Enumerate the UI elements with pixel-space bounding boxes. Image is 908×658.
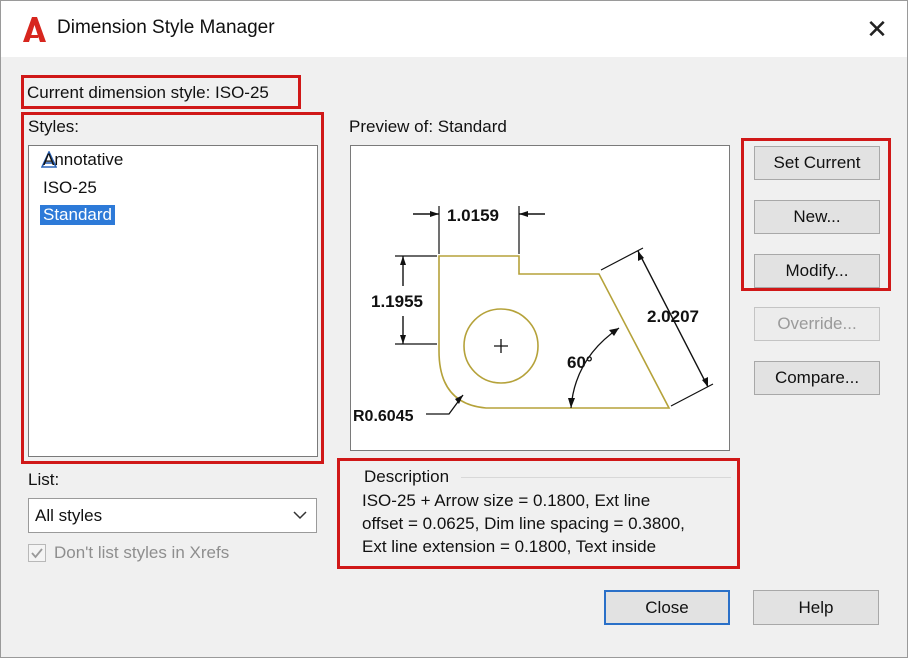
center-mark: [494, 339, 508, 353]
autocad-logo-icon: [23, 17, 46, 42]
title-bar: Dimension Style Manager ✕: [1, 1, 907, 57]
help-button[interactable]: Help: [753, 590, 879, 625]
dimension-preview-drawing: 1.0159 1.1955 2.0207 60° R0.6045: [353, 206, 714, 425]
checkmark-icon: [31, 548, 43, 559]
preview-pane: 1.0159 1.1955 2.0207 60° R0.6045: [350, 145, 730, 451]
close-icon[interactable]: ✕: [859, 11, 895, 47]
highlight-current-style: [21, 75, 301, 109]
part-outline: [438, 255, 671, 409]
override-button[interactable]: Override...: [754, 307, 880, 341]
chevron-down-icon: [293, 511, 307, 520]
close-button[interactable]: Close: [604, 590, 730, 625]
dim-horizontal-text: 1.0159: [447, 206, 499, 225]
dim-aligned-text: 2.0207: [647, 307, 699, 326]
highlight-buttons: [741, 138, 891, 291]
highlight-styles: [21, 112, 324, 464]
compare-button[interactable]: Compare...: [754, 361, 880, 395]
dimension-style-manager-dialog: Dimension Style Manager ✕ Current dimens…: [0, 0, 908, 658]
xrefs-checkbox[interactable]: [28, 544, 46, 562]
list-label: List:: [28, 470, 60, 489]
highlight-description: [337, 458, 740, 569]
dim-vertical-text: 1.1955: [371, 292, 423, 311]
list-dropdown[interactable]: All styles: [28, 498, 317, 533]
dim-angle-text: 60°: [567, 353, 593, 372]
window-title: Dimension Style Manager: [57, 17, 275, 38]
xrefs-checkbox-label: Don't list styles in Xrefs: [54, 543, 230, 562]
dim-radius-text: R0.6045: [353, 408, 414, 425]
preview-label: Preview of: Standard: [349, 117, 507, 136]
list-dropdown-value: All styles: [35, 506, 103, 525]
